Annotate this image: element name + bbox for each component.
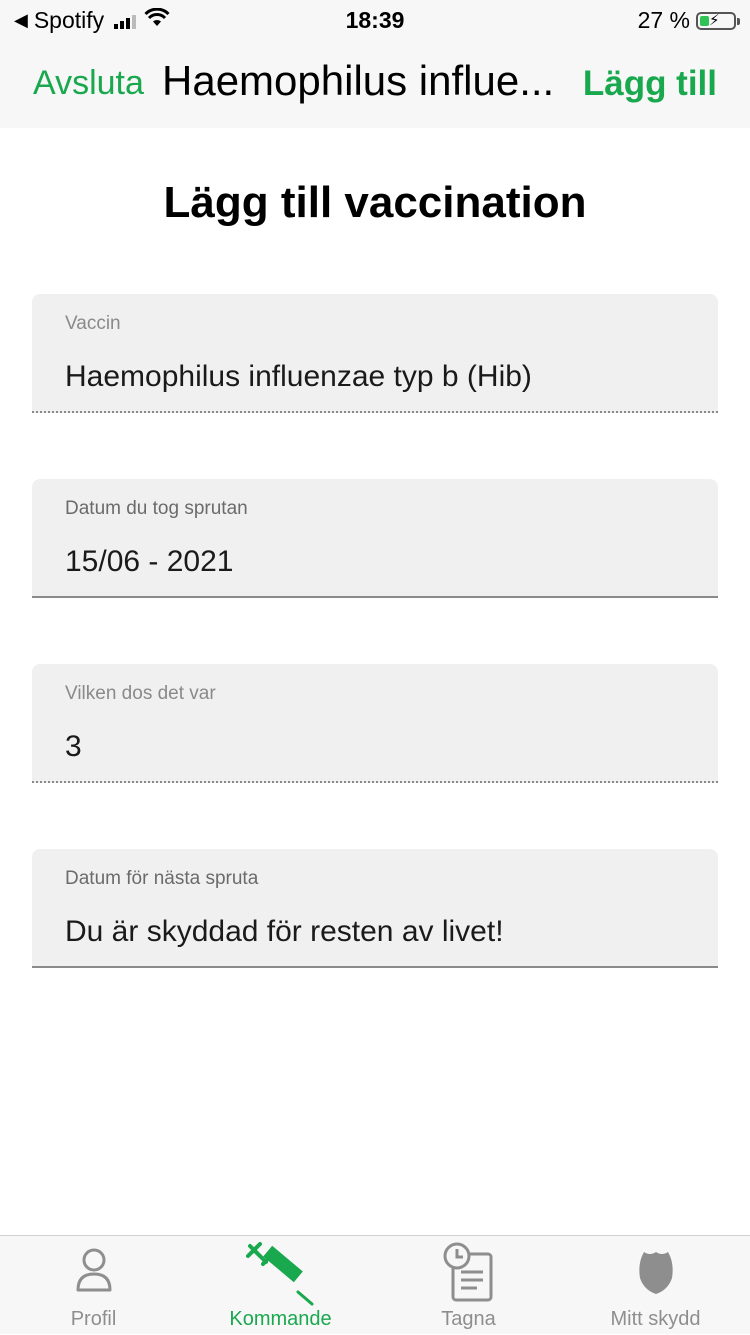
tab-mitt-skydd[interactable]: Mitt skydd (562, 1236, 749, 1335)
tab-tagna[interactable]: Tagna (375, 1236, 562, 1335)
battery-percent: 27 % (637, 7, 690, 33)
next-dose-date-field-value: Du är skyddad för resten av livet! (65, 915, 504, 948)
add-button[interactable]: Lägg till (583, 64, 717, 104)
vaccine-field-label: Vaccin (65, 313, 121, 334)
clock-document-icon (441, 1242, 497, 1309)
tab-kommande[interactable]: Kommande (187, 1236, 374, 1335)
nav-title: Haemophilus influe... (162, 57, 555, 104)
vaccine-field-value: Haemophilus influenzae typ b (Hib) (65, 360, 532, 393)
next-dose-date-field-label: Datum för nästa spruta (65, 868, 259, 889)
dose-field[interactable]: Vilken dos det var 3 (32, 664, 718, 783)
dose-field-label: Vilken dos det var (65, 683, 216, 704)
shield-icon (636, 1248, 676, 1301)
date-taken-field[interactable]: Datum du tog sprutan 15/06 - 2021 (32, 479, 718, 598)
battery-icon: ⚡ (696, 11, 740, 30)
tab-mitt-skydd-label: Mitt skydd (610, 1308, 701, 1330)
charging-bolt-icon: ⚡ (709, 11, 720, 29)
status-bar: ◀ Spotify 18:39 27 % ⚡ (0, 0, 750, 40)
vaccine-field[interactable]: Vaccin Haemophilus influenzae typ b (Hib… (32, 294, 718, 413)
next-dose-date-field[interactable]: Datum för nästa spruta Du är skyddad för… (32, 849, 718, 968)
syringe-icon (245, 1240, 316, 1311)
tab-profil-label: Profil (70, 1308, 117, 1330)
battery-status: 27 % ⚡ (637, 7, 740, 34)
dose-field-value: 3 (65, 730, 82, 763)
cancel-button[interactable]: Avsluta (33, 64, 144, 103)
tab-bar: Profil Kommande Tagna Mitt skydd (0, 1235, 750, 1334)
tab-kommande-label: Kommande (229, 1308, 332, 1330)
battery-level-fill (700, 15, 709, 26)
tab-profil[interactable]: Profil (0, 1236, 187, 1335)
date-taken-field-label: Datum du tog sprutan (65, 498, 248, 519)
page-title: Lägg till vaccination (163, 178, 587, 227)
tab-tagna-label: Tagna (441, 1308, 496, 1330)
navigation-bar: Avsluta Haemophilus influe... Lägg till (0, 40, 750, 128)
person-icon (74, 1246, 114, 1299)
battery-nub (737, 17, 740, 25)
date-taken-field-value: 15/06 - 2021 (65, 545, 234, 578)
